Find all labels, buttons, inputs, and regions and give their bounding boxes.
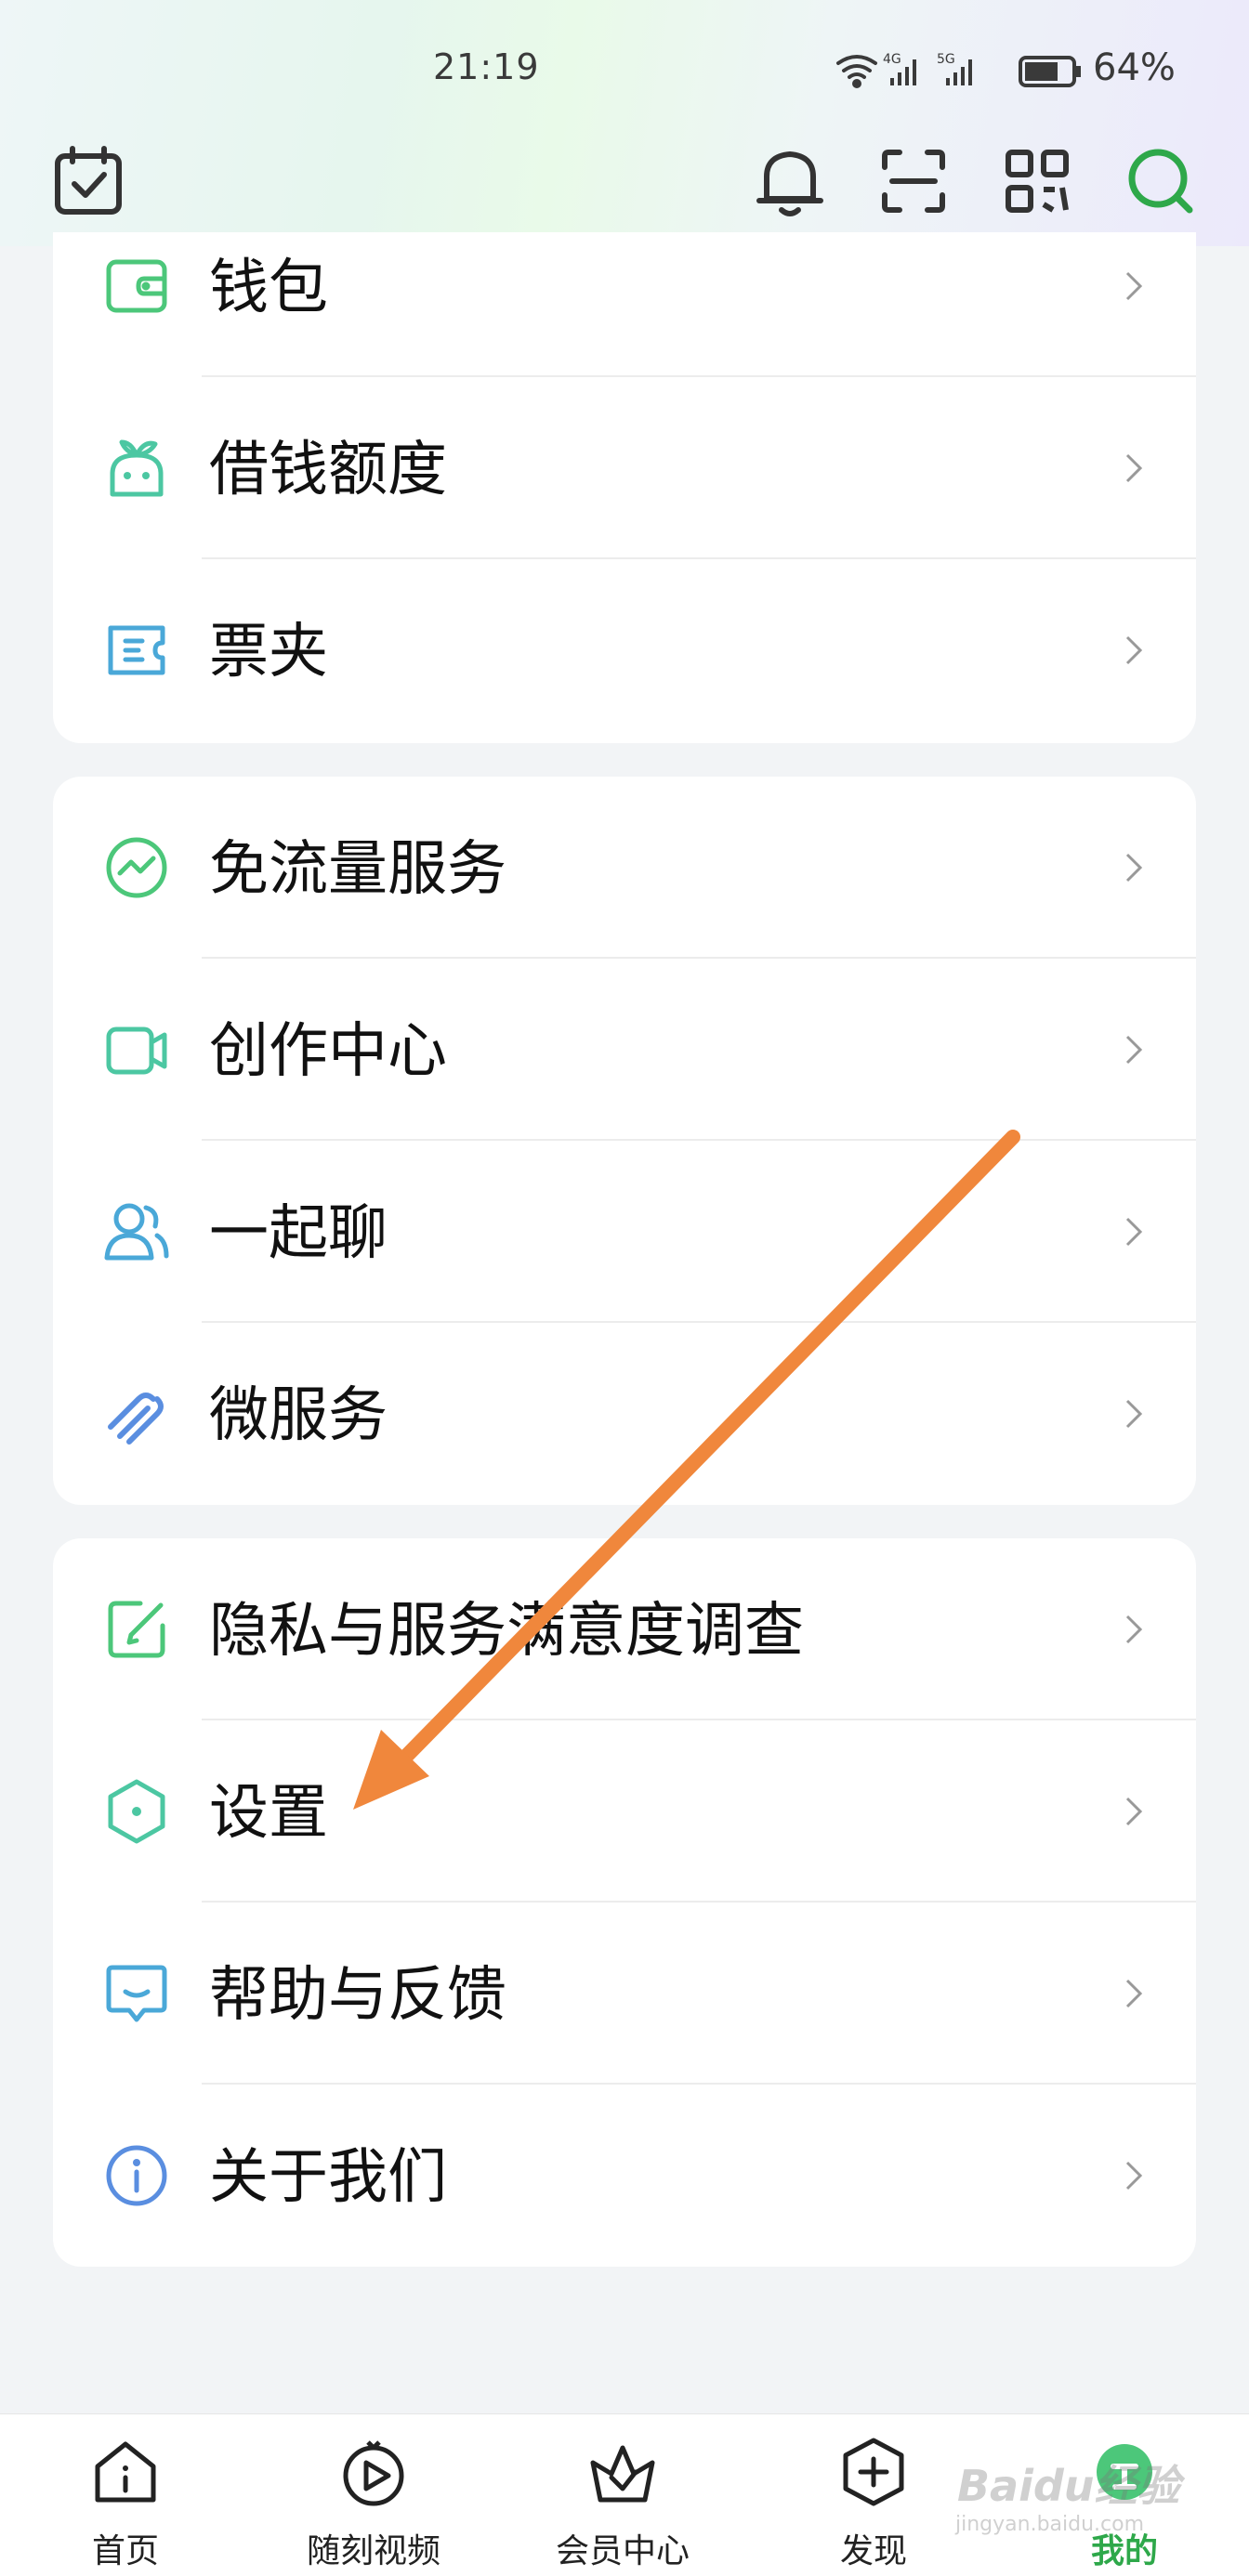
menu-item-label: 票夹 [209, 618, 328, 686]
watermark-logo: Baidu经验 [957, 2461, 1180, 2511]
battery-percent: 64% [1093, 46, 1176, 89]
chevron-right-icon [1114, 1793, 1151, 1830]
menu-item-about-us[interactable]: 关于我们 [53, 2085, 1196, 2267]
menu-item-settings[interactable]: 设置 [53, 1720, 1196, 1903]
watermark-url: jingyan.baidu.com [955, 2513, 1145, 2536]
sprout-face-icon [103, 435, 170, 502]
chevron-right-icon [1114, 450, 1151, 487]
menu-item-help-feedback[interactable]: 帮助与反馈 [53, 1903, 1196, 2085]
menu-item-creator-center[interactable]: 创作中心 [53, 959, 1196, 1141]
info-icon [103, 2142, 170, 2209]
ticket-folder-icon [103, 617, 170, 684]
chevron-right-icon [1114, 2157, 1151, 2194]
people-icon [103, 1198, 170, 1265]
wifi-icon [836, 55, 877, 88]
tab-vip-center[interactable]: 会员中心 [520, 2414, 725, 2576]
hexagon-settings-icon [103, 1778, 170, 1845]
tab-home[interactable]: 首页 [23, 2414, 228, 2576]
data-free-icon [103, 834, 170, 901]
chevron-right-icon [1114, 1031, 1151, 1068]
chevron-right-icon [1114, 1395, 1151, 1432]
chevron-right-icon [1114, 632, 1151, 669]
status-time: 21:19 [433, 46, 540, 87]
menu-item-label: 免流量服务 [209, 835, 506, 904]
menu-item-ticket-folder[interactable]: 票夹 [53, 559, 1196, 741]
menu-item-label: 钱包 [209, 254, 328, 322]
chevron-right-icon [1114, 849, 1151, 886]
menu-item-label: 一起聊 [209, 1199, 388, 1268]
link-icon [103, 1380, 170, 1447]
menu-item-label: 微服务 [209, 1381, 388, 1450]
menu-item-data-free[interactable]: 免流量服务 [53, 777, 1196, 959]
tab-label: 会员中心 [555, 2532, 690, 2570]
chat-feedback-icon [103, 1960, 170, 2027]
menu-item-survey[interactable]: 隐私与服务满意度调查 [53, 1538, 1196, 1720]
chevron-right-icon [1114, 1213, 1151, 1250]
menu-item-label: 借钱额度 [209, 436, 447, 504]
tab-label: 首页 [91, 2532, 159, 2570]
tab-label: 发现 [839, 2532, 907, 2570]
menu-item-label: 设置 [209, 1779, 328, 1848]
tab-label: 随刻视频 [306, 2532, 440, 2570]
chevron-right-icon [1114, 268, 1151, 305]
wallet-icon [103, 253, 170, 320]
menu-item-label: 关于我们 [209, 2143, 447, 2212]
play-icon [336, 2435, 411, 2509]
home-icon [88, 2435, 163, 2509]
menu-card-services: 免流量服务 创作中心 一起聊 微服务 [53, 777, 1196, 1505]
status-bar: 21:19 4G 5G 64% [0, 0, 1249, 139]
menu-item-loan-quota[interactable]: 借钱额度 [53, 377, 1196, 559]
signal-icons: 4G 5G [836, 52, 1081, 88]
menu-item-label: 帮助与反馈 [209, 1961, 506, 2030]
chevron-right-icon [1114, 1975, 1151, 2012]
menu-item-label: 创作中心 [209, 1017, 447, 1086]
menu-item-wallet[interactable]: 钱包 [53, 195, 1196, 377]
battery-icon [1019, 56, 1081, 87]
vip-basket-icon [585, 2435, 660, 2509]
tab-discover[interactable]: 发现 [771, 2414, 976, 2576]
menu-item-micro-service[interactable]: 微服务 [53, 1323, 1196, 1505]
edit-square-icon [103, 1596, 170, 1663]
menu-card-finance: 钱包 借钱额度 票夹 [53, 232, 1196, 743]
menu-item-label: 隐私与服务满意度调查 [209, 1597, 804, 1666]
network-a-label: 4G [883, 52, 901, 67]
chevron-right-icon [1114, 1611, 1151, 1648]
discover-plus-icon [836, 2435, 911, 2509]
menu-item-chat-together[interactable]: 一起聊 [53, 1141, 1196, 1323]
video-camera-icon [103, 1016, 170, 1083]
menu-card-settings: 隐私与服务满意度调查 设置 帮助与反馈 关于我们 [53, 1538, 1196, 2267]
tab-video[interactable]: 随刻视频 [271, 2414, 476, 2576]
network-b-label: 5G [937, 52, 955, 67]
